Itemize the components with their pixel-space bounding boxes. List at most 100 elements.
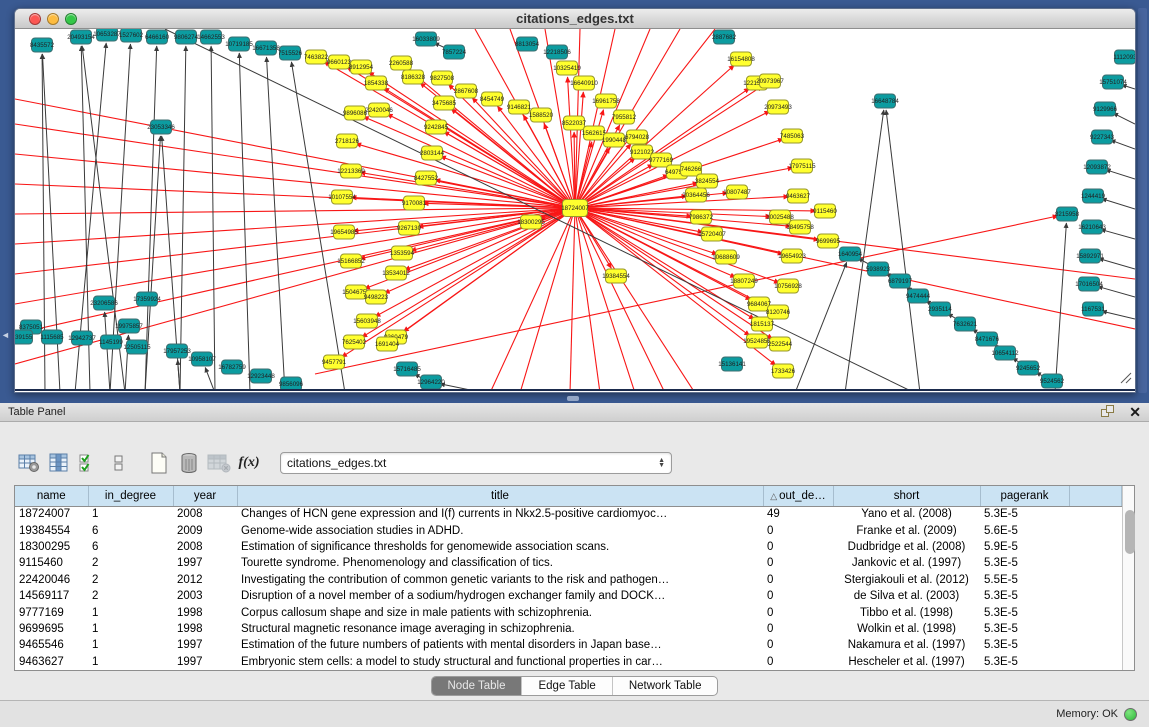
network-node[interactable]: 2887682 [712,30,737,44]
column-header-year[interactable]: year [173,486,237,506]
network-node[interactable]: 9896086 [343,106,368,120]
network-node[interactable]: 9699695 [816,234,841,248]
network-edge[interactable] [795,262,847,391]
network-edge[interactable] [1098,286,1135,297]
network-node[interactable]: 22420046 [365,103,393,117]
network-node[interactable]: 9129966 [1093,102,1118,116]
network-edge[interactable] [15,154,567,207]
network-node[interactable]: 2260588 [389,56,414,70]
network-edge[interactable] [582,212,770,308]
column-header-in_degree[interactable]: in_degree [88,486,173,506]
network-node[interactable]: 3475685 [432,96,457,110]
network-node[interactable]: 7485063 [780,129,805,143]
table-row[interactable]: 1456911722003Disruption of a novel membe… [15,588,1121,604]
table-row[interactable]: 2242004622012Investigating the contribut… [15,572,1121,588]
network-node[interactable]: 9474444 [906,289,931,303]
network-node[interactable]: 939155 [15,330,33,344]
network-node[interactable]: 10756928 [774,279,802,293]
network-node[interactable]: 12942737 [68,331,96,345]
network-node[interactable]: 15603948 [353,314,381,328]
network-node[interactable]: 18807249 [730,274,758,288]
network-edge[interactable] [1102,311,1135,319]
network-edge[interactable] [211,46,215,391]
delete-table-icon[interactable] [206,450,232,476]
network-node[interactable]: 10719185 [225,37,253,51]
table-row[interactable]: 977716911998Corpus callosum shape and si… [15,604,1121,620]
network-node[interactable]: 20364456 [682,188,710,202]
network-edge[interactable] [577,29,615,200]
network-node[interactable]: 8522037 [562,116,587,130]
network-node[interactable]: 1115685 [40,330,64,344]
network-node[interactable]: 16210643 [1078,220,1106,234]
network-node[interactable]: 19654985 [330,225,358,239]
network-edge[interactable] [1110,140,1135,149]
network-node[interactable]: 9457791 [322,355,347,369]
network-edge[interactable] [1113,113,1135,124]
network-node[interactable]: 16648784 [871,94,899,108]
network-edge[interactable] [178,360,180,391]
network-node[interactable]: 9827508 [430,71,455,85]
network-edge[interactable] [444,132,568,204]
network-node[interactable]: 18724007 [561,200,589,217]
network-node[interactable]: 20493154 [67,30,95,44]
network-node[interactable]: 18495758 [786,220,814,234]
network-edge[interactable] [180,46,186,391]
network-node[interactable]: 1588520 [529,108,554,122]
column-header-name[interactable]: name [15,486,88,506]
table-source-combobox[interactable]: citations_edges.txt ▲▼ [280,452,672,474]
network-node[interactable]: 2718126 [335,134,360,148]
network-node[interactable]: 8454749 [480,92,505,106]
network-node[interactable]: 8427552 [414,171,439,185]
column-header-short[interactable]: short [833,486,980,506]
table-row[interactable]: 911546021997Tourette syndrome. Phenomeno… [15,555,1121,571]
table-settings-icon[interactable] [16,450,42,476]
select-attributes-icon[interactable] [76,450,102,476]
canvas-resize-grip[interactable] [1118,370,1132,384]
float-window-icon[interactable] [1101,405,1117,419]
network-node[interactable]: 1145199 [99,335,123,349]
network-node[interactable]: 12218506 [543,45,571,59]
network-node[interactable]: 9806274 [174,30,199,44]
network-node[interactable]: 6879197 [888,274,913,288]
network-node[interactable]: 8120746 [766,305,791,319]
network-edge[interactable] [360,172,567,206]
network-edge[interactable] [490,215,572,391]
network-node[interactable]: 1353594 [390,246,415,260]
delete-column-icon[interactable] [176,450,202,476]
new-table-icon[interactable] [146,450,172,476]
network-node[interactable]: 9856096 [279,377,304,391]
network-node[interactable]: 16033809 [412,32,440,46]
network-node[interactable]: 7632621 [953,317,978,331]
network-node[interactable]: 19975857 [115,319,143,333]
network-node[interactable]: 9660123 [327,55,352,69]
network-edge[interactable] [1055,223,1066,391]
network-node[interactable]: 10688609 [712,250,740,264]
network-node[interactable]: 18300295 [517,215,545,229]
network-edge[interactable] [205,367,215,391]
network-node[interactable]: 12923448 [247,369,275,383]
table-row[interactable]: 946362711997Embryonic stem cells: a mode… [15,654,1121,670]
network-node[interactable]: 16782759 [218,360,246,374]
network-edge[interactable] [583,209,791,227]
network-node[interactable]: 16154808 [727,52,755,66]
network-edge[interactable] [105,312,110,391]
network-node[interactable]: 1167531 [1081,302,1105,316]
window-titlebar[interactable]: citations_edges.txt [15,9,1135,29]
network-edge[interactable] [315,216,1058,374]
minimize-window-icon[interactable] [47,13,59,25]
network-node[interactable]: 7986372 [689,210,714,224]
network-node[interactable]: 9146821 [507,100,532,114]
network-node[interactable]: 8813054 [515,37,540,51]
tab-edge-table[interactable]: Edge Table [521,677,611,695]
network-edge[interactable] [583,210,1135,329]
network-node[interactable]: 20973967 [756,74,784,88]
zoom-window-icon[interactable] [65,13,77,25]
network-node[interactable]: 10958107 [188,352,216,366]
network-node[interactable]: 7463822 [304,50,329,64]
network-node[interactable]: 7515526 [278,46,303,60]
network-edge[interactable] [15,99,567,206]
network-node[interactable]: 2522544 [768,337,793,351]
network-node[interactable]: 23053346 [147,120,175,134]
network-node[interactable]: 10654112 [991,346,1019,360]
network-edge[interactable] [15,210,567,334]
